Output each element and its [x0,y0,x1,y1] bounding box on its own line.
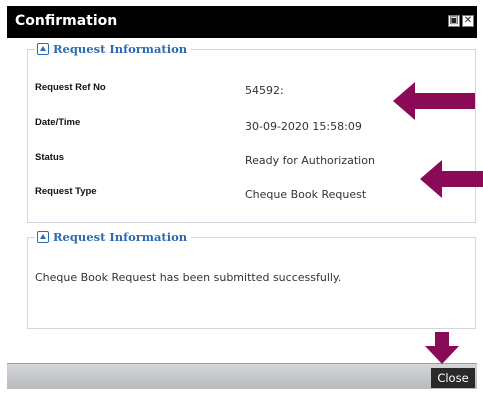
request-message-panel: Request Information Cheque Book Request … [27,230,476,329]
confirmation-dialog: Confirmation ▣ ✕ Request Information Req… [7,6,477,389]
close-icon[interactable]: ✕ [462,15,474,27]
dialog-footer: Close [7,363,477,389]
request-info-panel: Request Information Request Ref No 54592… [27,42,476,223]
restore-icon[interactable]: ▣ [448,15,460,27]
request-ref-label: Request Ref No [35,82,106,93]
datetime-label: Date/Time [35,117,81,128]
panel-legend-label: Request Information [53,230,188,244]
panel-legend: Request Information [35,230,192,244]
collapse-icon[interactable] [37,231,49,243]
dialog-title: Confirmation [15,13,118,29]
status-label: Status [35,152,65,163]
panel-legend: Request Information [35,42,192,56]
arrow-left-icon [420,160,483,198]
request-type-label: Request Type [35,186,97,197]
request-ref-value: 54592: [245,84,284,97]
arrow-left-icon [393,82,475,120]
collapse-icon[interactable] [37,43,49,55]
success-message: Cheque Book Request has been submitted s… [35,271,342,284]
panel-legend-label: Request Information [53,42,188,56]
datetime-value: 30-09-2020 15:58:09 [245,120,362,133]
arrow-down-icon [425,332,459,364]
request-type-value: Cheque Book Request [245,188,367,201]
close-button[interactable]: Close [431,368,475,388]
status-value: Ready for Authorization [245,154,375,167]
dialog-titlebar: Confirmation ▣ ✕ [7,6,477,38]
